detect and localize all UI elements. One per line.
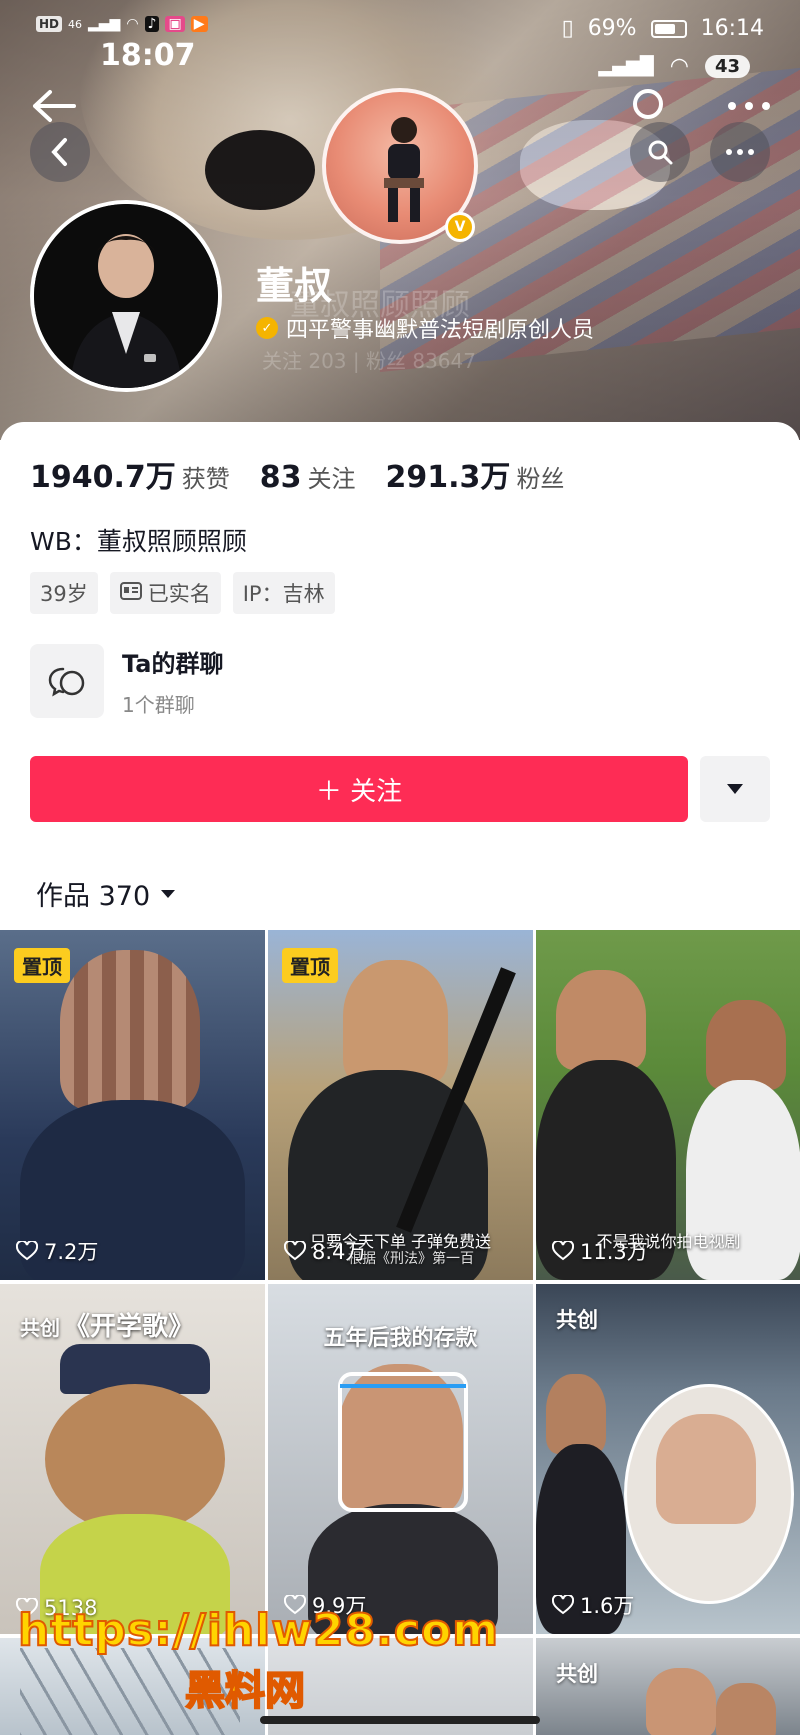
video-likes: 1.6万 xyxy=(552,1590,634,1620)
vibrate-icon: ▯ xyxy=(561,16,574,41)
works-tab[interactable]: 作品 370 xyxy=(36,874,176,913)
video-tile[interactable]: 共创 1.6万 xyxy=(536,1284,800,1634)
app-icon: ▣ xyxy=(165,16,185,32)
notification-count: 43 xyxy=(704,55,750,78)
ghost-stats: 关注 203 | 粉丝 83647 xyxy=(262,349,476,373)
video-tile[interactable]: 共创 《开学歌》 5138 xyxy=(0,1284,265,1634)
face-scan-frame xyxy=(338,1372,468,1512)
video-tile[interactable]: 置顶 7.2万 xyxy=(0,930,265,1280)
watermark-url: https://ihlw28.com xyxy=(17,1604,500,1657)
video-caption: 五年后我的存款 xyxy=(323,1326,478,1351)
tag-verified: 已实名 xyxy=(109,572,221,614)
caret-down-icon xyxy=(161,889,176,898)
profile-description: 四平警事幽默普法短剧原创人员 xyxy=(286,318,595,343)
play-icon: ▶ xyxy=(190,16,208,32)
avatar[interactable] xyxy=(30,200,222,392)
group-chat-entry[interactable]: Ta的群聊 1个群聊 xyxy=(30,644,223,718)
collab-badge: 共创 xyxy=(556,1308,598,1332)
back-arrow-icon[interactable] xyxy=(28,86,78,126)
verified-check-icon: ✓ xyxy=(256,317,278,339)
search-button[interactable] xyxy=(630,122,690,182)
status-time-back: 18:07 xyxy=(100,38,196,73)
profile-tags: 39岁 已实名 IP：吉林 xyxy=(30,572,335,614)
status-time: 16:14 xyxy=(700,16,764,41)
search-icon-back xyxy=(628,84,672,128)
video-tile[interactable]: 共创 xyxy=(536,1638,800,1735)
verified-description: ✓ 四平警事幽默普法短剧原创人员 xyxy=(256,312,594,344)
battery-percent: 69% xyxy=(587,16,637,41)
more-icon-back xyxy=(724,96,774,116)
tag-ip: IP：吉林 xyxy=(232,572,335,614)
signal-bars-icon: ▂▄▆█ xyxy=(598,56,654,77)
video-tile[interactable]: 不是我说你拍电视剧 11.3万 xyxy=(536,930,800,1280)
verified-badge-icon: V xyxy=(445,212,475,242)
video-tile[interactable]: 置顶 只要今天下单 子弹免费送 根据《刑法》第一百 8.4万 xyxy=(268,930,533,1280)
video-likes: 8.4万 xyxy=(284,1236,366,1266)
follow-button[interactable]: ＋ 关注 xyxy=(30,756,688,822)
follow-dropdown-button[interactable] xyxy=(700,756,770,822)
watermark-name: 黑料网 xyxy=(184,1667,306,1715)
profile-stats: 1940.7万 获赞 83 关注 291.3万 粉丝 xyxy=(30,452,564,496)
video-likes: 11.3万 xyxy=(552,1236,648,1266)
home-indicator[interactable] xyxy=(260,1716,540,1724)
more-button[interactable] xyxy=(710,122,770,182)
stat-followers[interactable]: 291.3万 粉丝 xyxy=(386,452,565,496)
heart-icon xyxy=(284,1241,306,1261)
signal-icon: ▂▄▆ xyxy=(88,16,121,32)
caret-down-icon xyxy=(727,784,743,794)
video-subtitle: 根据《刑法》第一百 xyxy=(348,1251,474,1267)
pinned-badge: 置顶 xyxy=(14,948,70,983)
video-likes: 7.2万 xyxy=(16,1236,98,1266)
group-count: 1个群聊 xyxy=(122,693,195,717)
stat-likes[interactable]: 1940.7万 获赞 xyxy=(30,452,230,496)
group-title: Ta的群聊 xyxy=(122,650,224,678)
collab-badge: 共创 xyxy=(20,1316,60,1340)
video-caption: 《开学歌》 xyxy=(64,1312,195,1342)
heart-icon xyxy=(552,1241,574,1261)
status-bar: HD 46 ▂▄▆ ◠ ♪ ▣ ▶ 18:07 ▯ 69% 16:14 ▂▄▆█… xyxy=(0,14,800,79)
tag-age: 39岁 xyxy=(30,572,98,614)
pinned-badge: 置顶 xyxy=(282,948,338,983)
bio-weibo: WB：董叔照顾照顾 xyxy=(30,527,247,556)
profile-name: 董叔 xyxy=(256,264,333,308)
video-tile[interactable]: 五年后我的存款 9.9万 xyxy=(268,1284,533,1634)
collab-badge: 共创 xyxy=(556,1662,598,1686)
wifi-icon-2: ◠ xyxy=(669,54,689,79)
battery-icon xyxy=(650,19,687,38)
stat-following[interactable]: 83 关注 xyxy=(260,459,356,495)
back-button[interactable] xyxy=(30,122,90,182)
heart-icon xyxy=(16,1241,38,1261)
wifi-icon: ◠ xyxy=(126,16,139,32)
id-card-icon xyxy=(119,581,142,605)
chat-bubbles-icon xyxy=(30,644,104,718)
tiktok-icon: ♪ xyxy=(144,16,160,32)
heart-icon xyxy=(552,1595,574,1615)
